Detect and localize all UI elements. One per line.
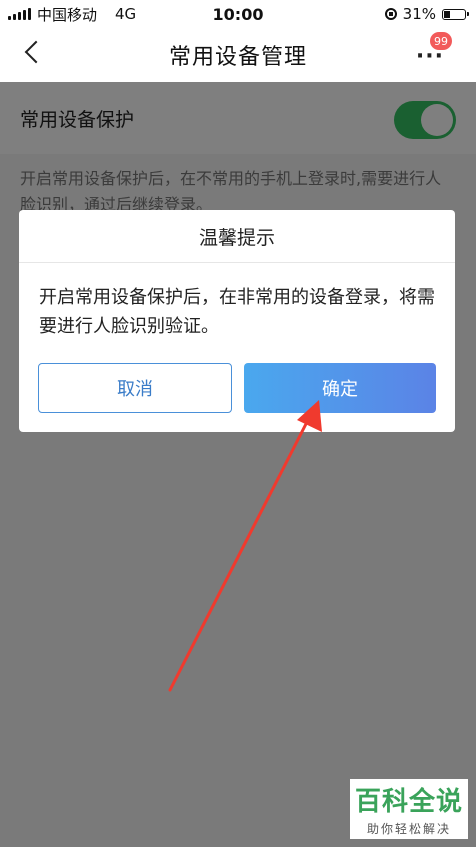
dialog-message: 开启常用设备保护后，在非常用的设备登录，将需要进行人脸识别验证。 xyxy=(39,287,435,337)
modal-overlay[interactable] xyxy=(0,82,476,847)
dialog-title: 温馨提示 xyxy=(19,210,455,263)
battery-icon xyxy=(442,8,469,20)
status-bar: 中国移动 4G 10:00 31% xyxy=(0,0,476,28)
nav-bar: 常用设备管理 ··· 99 xyxy=(0,28,476,82)
battery-fill xyxy=(444,10,450,18)
tip-dialog: 温馨提示 开启常用设备保护后，在非常用的设备登录，将需要进行人脸识别验证。 取消… xyxy=(19,210,455,432)
watermark-logo: 百科全说 助你轻松解决 xyxy=(350,779,468,839)
rotation-lock-icon xyxy=(384,8,397,20)
back-chevron-icon[interactable] xyxy=(24,40,48,64)
cancel-button[interactable]: 取消 xyxy=(38,363,232,413)
notification-badge: 99 xyxy=(430,32,452,50)
confirm-button[interactable]: 确定 xyxy=(244,363,436,413)
page-title: 常用设备管理 xyxy=(168,45,307,70)
battery-percent: 31% xyxy=(402,5,436,23)
dialog-actions: 取消 确定 xyxy=(38,363,436,413)
watermark-sub: 助你轻松解决 xyxy=(366,822,451,836)
watermark-main: 百科全说 xyxy=(354,787,463,817)
